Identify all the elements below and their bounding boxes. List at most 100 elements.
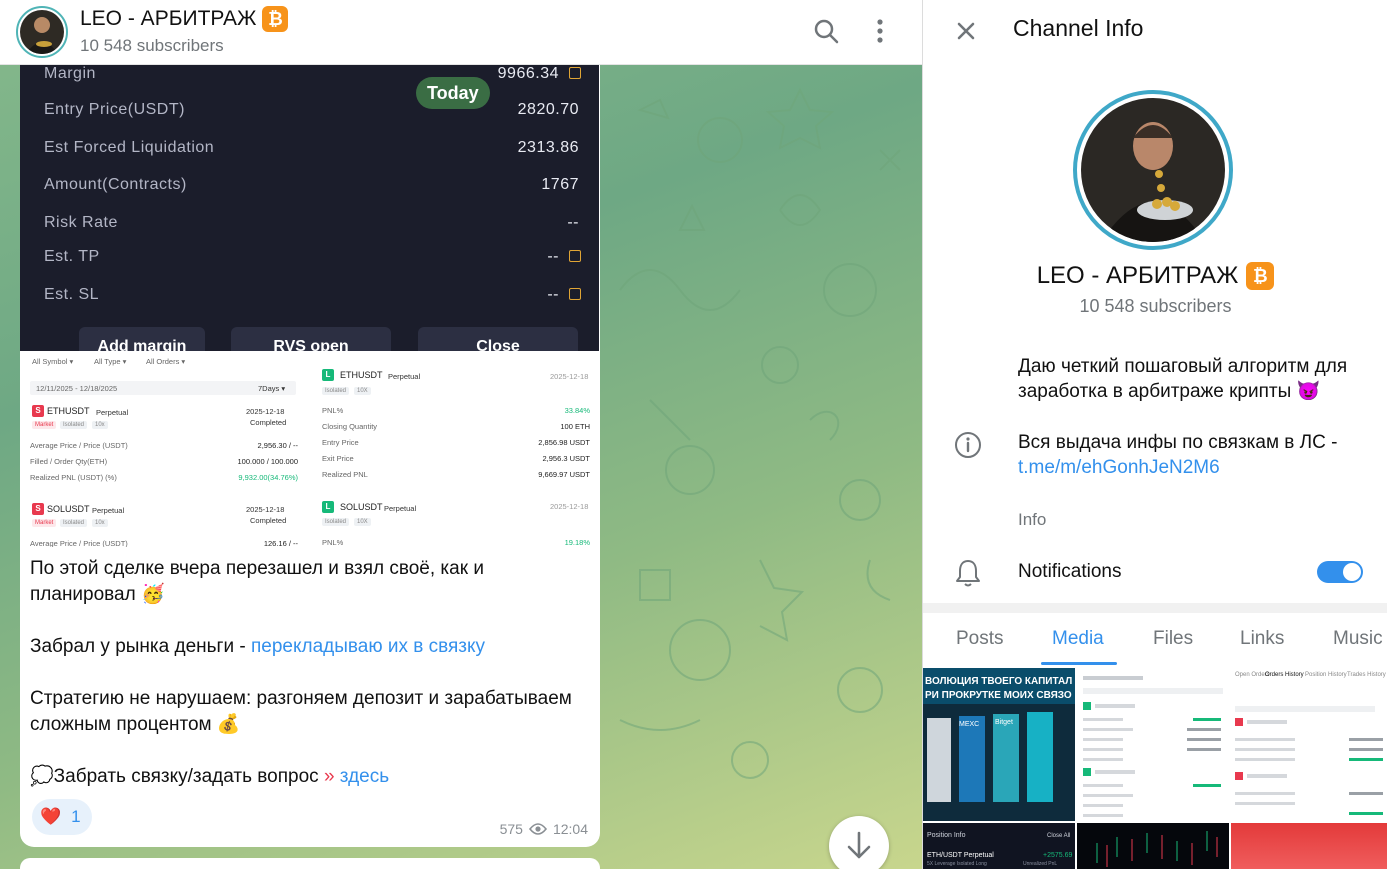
position-row: Entry Price(USDT) 2820.70 [44, 101, 579, 119]
position-row-value: -- [567, 214, 579, 231]
position-row-value: 9966.34 [497, 65, 559, 82]
order-symbol: ETHUSDT [47, 406, 90, 416]
cta-text: Забрать связку/задать вопрос [53, 766, 319, 787]
edit-icon [569, 288, 581, 300]
position-row-value: -- [547, 248, 559, 265]
bell-icon [956, 560, 980, 587]
detail-value: 100.000 / 100.000 [237, 457, 298, 466]
trade-screenshot-position[interactable]: Margin 9966.34 Entry Price(USDT) 2820.70 Est… [20, 65, 599, 351]
sell-icon: S [32, 405, 44, 417]
notifications-toggle[interactable] [1317, 561, 1363, 583]
order-tag: Isolated [60, 519, 88, 527]
add-margin-button: Add margin [79, 327, 205, 351]
filter-orders: All Orders ▾ [146, 357, 186, 366]
position-symbol: SOLUSDT [340, 502, 383, 512]
position-tag: Isolated [322, 518, 350, 526]
close-icon[interactable] [951, 16, 981, 46]
tab-files[interactable]: Files [1153, 628, 1193, 650]
channel-avatar[interactable] [16, 6, 68, 58]
position-row-label: Est Forced Liquidation [44, 139, 215, 156]
scroll-down-button[interactable] [829, 816, 889, 869]
thumb-text: Close All [1047, 833, 1070, 839]
position-row-label: Est. SL [44, 286, 100, 303]
more-vertical-icon[interactable] [864, 14, 896, 50]
reaction-heart[interactable]: ❤️ 1 [32, 799, 92, 835]
view-count: 575 [499, 821, 523, 837]
sell-icon: S [32, 503, 44, 515]
thumb-caption-line: ВОЛЮЦИЯ ТВОЕГО КАПИТАЛ [925, 676, 1072, 687]
thumb-brand: MEXC [959, 721, 979, 728]
detail-label: Filled / Order Qty(ETH) [30, 457, 108, 466]
thumb-text: Position Info [927, 832, 966, 839]
bundle-link[interactable]: перекладываю их в связку [251, 636, 485, 657]
panel-title: Channel Info [1013, 15, 1144, 41]
channel-title[interactable]: LEO - АРБИТРАЖ ₿ [80, 6, 289, 32]
detail-value: 9,669.97 USDT [538, 470, 590, 479]
bitcoin-icon: ₿ [1246, 262, 1275, 290]
order-tag: Market [32, 421, 57, 429]
cta-link[interactable]: здесь [340, 766, 389, 787]
tab-posts[interactable]: Posts [956, 628, 1004, 650]
detail-label: Realized PNL [322, 470, 368, 479]
media-thumb-image [1077, 668, 1229, 821]
position-row-value: 2313.86 [517, 139, 579, 156]
media-thumb[interactable]: Position Info Close All ETH/USDT Perpetu… [923, 823, 1075, 869]
section-divider [923, 603, 1387, 613]
media-thumb-image: ВОЛЮЦИЯ ТВОЕГО КАПИТАЛ РИ ПРОКРУТКЕ МОИХ… [923, 668, 1075, 821]
media-thumb[interactable]: Open Orders Orders History Position Hist… [1231, 668, 1387, 821]
position-symbol: ETHUSDT [340, 370, 383, 380]
order-symbol: SOLUSDT [47, 504, 90, 514]
position-date: 2025-12-18 [550, 372, 589, 381]
position-row: Risk Rate -- [44, 214, 579, 232]
media-thumb[interactable] [1077, 823, 1229, 869]
message-paragraph: Стратегию не нарушаем: разгоняем депозит… [30, 688, 572, 735]
edit-icon [569, 250, 581, 262]
detail-value: 100 ETH [560, 422, 590, 431]
position-row-label: Entry Price(USDT) [44, 101, 185, 118]
toggle-knob [1343, 563, 1361, 581]
thumb-text: +2575.69 [1043, 852, 1072, 859]
position-row: Est. SL -- [44, 286, 581, 304]
speech-bubble-icon: 💭 [30, 766, 54, 787]
thumb-tab-label: Trades History [1347, 672, 1386, 678]
eye-icon [528, 823, 547, 835]
media-thumb[interactable]: ВОЛЮЦИЯ ТВОЕГО КАПИТАЛ РИ ПРОКРУТКЕ МОИХ… [923, 668, 1075, 821]
detail-value: 9,932.00(34.76%) [238, 473, 298, 482]
thumb-text: ETH/USDT Perpetual [927, 852, 994, 859]
channel-message[interactable]: Margin 9966.34 Entry Price(USDT) 2820.70 Est… [20, 65, 600, 847]
trade-screenshot-orders[interactable]: All Symbol ▾ All Type ▾ All Orders ▾ 12/… [20, 351, 600, 547]
media-thumb-image: Open Orders Orders History Position Hist… [1231, 668, 1387, 821]
position-row: Est. TP -- [44, 248, 581, 266]
position-kind: Perpetual [384, 504, 417, 513]
detail-value: 2,956.3 USDT [542, 454, 590, 463]
thumb-caption-line: РИ ПРОКРУТКЕ МОИХ СВЯЗО [925, 690, 1072, 701]
channel-description: Даю четкий пошаговый алгоритм для зарабо… [1018, 354, 1378, 480]
thumb-text: Unrealized PnL [1023, 861, 1057, 867]
chat-header[interactable]: LEO - АРБИТРАЖ ₿ 10 548 subscribers [0, 0, 922, 65]
position-row-label: Amount(Contracts) [44, 176, 187, 193]
order-status: Completed [250, 418, 287, 427]
edit-icon [569, 67, 581, 79]
order-status: Completed [250, 516, 287, 525]
thumb-text: 5X Leverage Isolated Long [927, 861, 987, 867]
detail-value: 19.18% [564, 538, 590, 547]
tab-music[interactable]: Music [1333, 628, 1383, 650]
thumb-tab-label: Orders History [1265, 672, 1304, 678]
order-tag: Isolated [60, 421, 88, 429]
tab-links[interactable]: Links [1240, 628, 1284, 650]
search-icon[interactable] [808, 14, 844, 50]
media-thumb[interactable] [1077, 668, 1229, 821]
detail-value: 2,956.30 / -- [257, 441, 298, 450]
position-row: Est Forced Liquidation 2313.86 [44, 139, 579, 157]
filter-symbol: All Symbol ▾ [32, 357, 74, 366]
next-message-preview [20, 858, 600, 869]
order-tag: 10x [92, 519, 108, 527]
message-paragraph: Забрал у рынка деньги - перекладываю их … [30, 634, 590, 660]
media-thumb[interactable] [1231, 823, 1387, 869]
detail-label: Average Price / Price (USDT) [30, 441, 128, 450]
avatar-portrait-image [20, 10, 64, 54]
channel-contact-link[interactable]: t.me/m/ehGonhJeN2M6 [1018, 457, 1220, 478]
tab-media[interactable]: Media [1052, 628, 1104, 650]
channel-avatar-large[interactable] [1073, 90, 1233, 250]
detail-label: Entry Price [322, 438, 359, 447]
